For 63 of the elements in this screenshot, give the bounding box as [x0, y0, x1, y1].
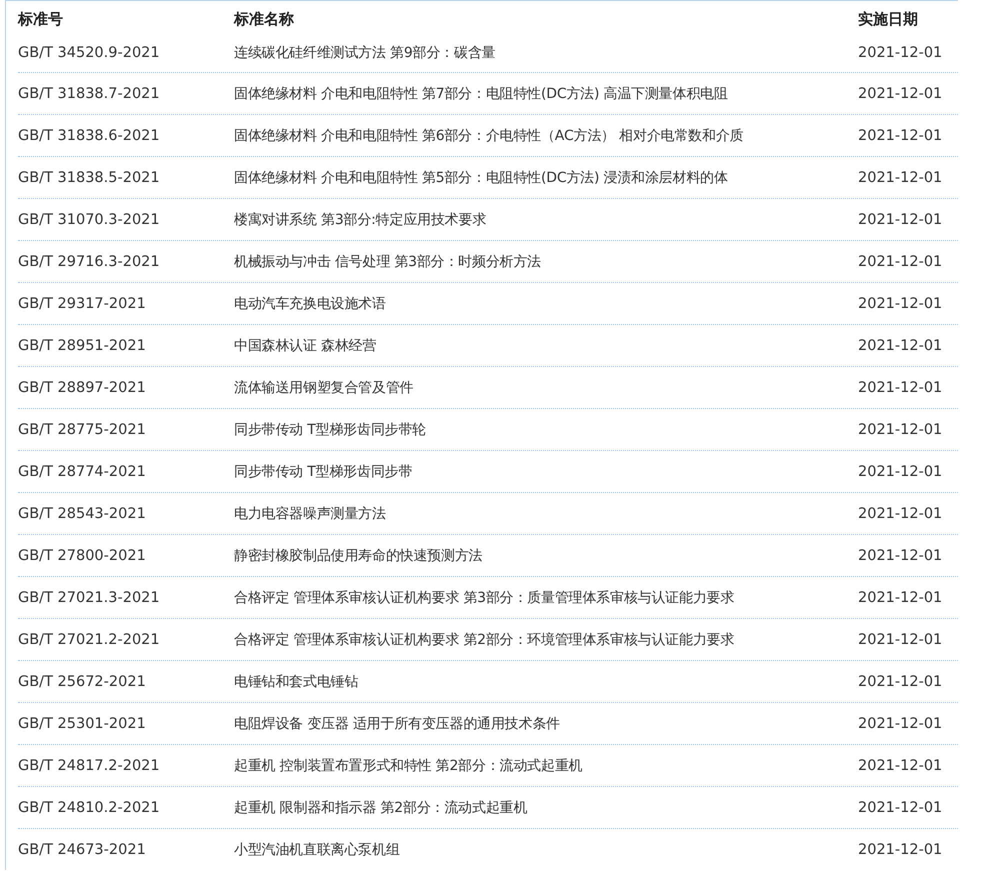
table-cell: 2021-12-01 — [858, 170, 942, 186]
table-cell: 2021-12-01 — [858, 590, 942, 606]
table-cell: 2021-12-01 — [858, 128, 942, 144]
table-cell: 固体绝缘材料 介电和电阻特性 第6部分：介电特性（AC方法） 相对介电常数和介质 — [234, 126, 744, 144]
table-cell: 2021-12-01 — [858, 758, 942, 774]
table-cell: 2021-12-01 — [858, 674, 942, 690]
table-cell: 2021-12-01 — [858, 212, 942, 228]
table-cell: GB/T 29317-2021 — [18, 296, 146, 312]
table-cell: 2021-12-01 — [858, 842, 942, 858]
table-cell: 合格评定 管理体系审核认证机构要求 第2部分：环境管理体系审核与认证能力要求 — [234, 630, 734, 648]
table-cell: 2021-12-01 — [858, 800, 942, 816]
table-cell: 2021-12-01 — [858, 254, 942, 270]
table-cell: GB/T 31838.5-2021 — [18, 170, 160, 186]
table-cell: 2021-12-01 — [858, 716, 942, 732]
column-header: 标准名称 — [234, 10, 294, 28]
table-cell: 2021-12-01 — [858, 548, 942, 564]
table-cell: 中国森林认证 森林经营 — [234, 336, 376, 354]
table-cell: 电动汽车充换电设施术语 — [234, 294, 386, 312]
table-cell: 2021-12-01 — [858, 86, 942, 102]
table-cell: GB/T 31838.6-2021 — [18, 128, 160, 144]
table-cell: 流体输送用钢塑复合管及管件 — [234, 378, 414, 396]
table-cell: 2021-12-01 — [858, 506, 942, 522]
table-cell: GB/T 27021.3-2021 — [18, 590, 160, 606]
table-cell: GB/T 31838.7-2021 — [18, 86, 160, 102]
table-cell: 2021-12-01 — [858, 380, 942, 396]
table-cell: 合格评定 管理体系审核认证机构要求 第3部分：质量管理体系审核与认证能力要求 — [234, 588, 734, 606]
column-header: 实施日期 — [858, 10, 918, 28]
table-cell: GB/T 24817.2-2021 — [18, 758, 160, 774]
table-cell: GB/T 24810.2-2021 — [18, 800, 160, 816]
table-cell: 电阻焊设备 变压器 适用于所有变压器的通用技术条件 — [234, 714, 560, 732]
table-cell: GB/T 28951-2021 — [18, 338, 146, 354]
table-cell: 小型汽油机直联离心泵机组 — [234, 840, 400, 858]
table-cell: 楼寓对讲系统 第3部分:特定应用技术要求 — [234, 210, 486, 228]
table-cell: GB/T 27800-2021 — [18, 548, 146, 564]
table-cell: 2021-12-01 — [858, 422, 942, 438]
table-cell: 2021-12-01 — [858, 464, 942, 480]
column-header: 标准号 — [18, 10, 63, 28]
table-cell: 2021-12-01 — [858, 338, 942, 354]
table-cell: GB/T 25301-2021 — [18, 716, 146, 732]
table-cell: 2021-12-01 — [858, 296, 942, 312]
table-cell: GB/T 28543-2021 — [18, 506, 146, 522]
table-cell: GB/T 27021.2-2021 — [18, 632, 160, 648]
table-cell: GB/T 24673-2021 — [18, 842, 146, 858]
table-cell: 固体绝缘材料 介电和电阻特性 第7部分：电阻特性(DC方法) 高温下测量体积电阻 — [234, 84, 728, 102]
table-cell: 固体绝缘材料 介电和电阻特性 第5部分：电阻特性(DC方法) 浸渍和涂层材料的体 — [234, 168, 728, 186]
table-cell: 电力电容器噪声测量方法 — [234, 504, 386, 522]
table-cell: GB/T 34520.9-2021 — [18, 45, 160, 61]
table-cell: 连续碳化硅纤维测试方法 第9部分：碳含量 — [234, 44, 496, 62]
table-cell: GB/T 28897-2021 — [18, 380, 146, 396]
table-cell: GB/T 29716.3-2021 — [18, 254, 160, 270]
table-cell: GB/T 31070.3-2021 — [18, 212, 160, 228]
table-cell: 2021-12-01 — [858, 632, 942, 648]
table-cell: GB/T 28775-2021 — [18, 422, 146, 438]
table-cell: GB/T 28774-2021 — [18, 464, 146, 480]
table-cell: 起重机 控制装置布置形式和特性 第2部分：流动式起重机 — [234, 756, 582, 774]
table-cell: 起重机 限制器和指示器 第2部分：流动式起重机 — [234, 798, 528, 816]
table-cell: 机械振动与冲击 信号处理 第3部分：时频分析方法 — [234, 252, 542, 270]
table-cell: 静密封橡胶制品使用寿命的快速预测方法 — [234, 546, 482, 564]
table-cell: 同步带传动 T型梯形齿同步带轮 — [234, 420, 426, 438]
table-cell: 电锤钻和套式电锤钻 — [234, 672, 358, 690]
table-cell: 2021-12-01 — [858, 45, 942, 61]
table-cell: 同步带传动 T型梯形齿同步带 — [234, 462, 412, 480]
table-cell: GB/T 25672-2021 — [18, 674, 146, 690]
